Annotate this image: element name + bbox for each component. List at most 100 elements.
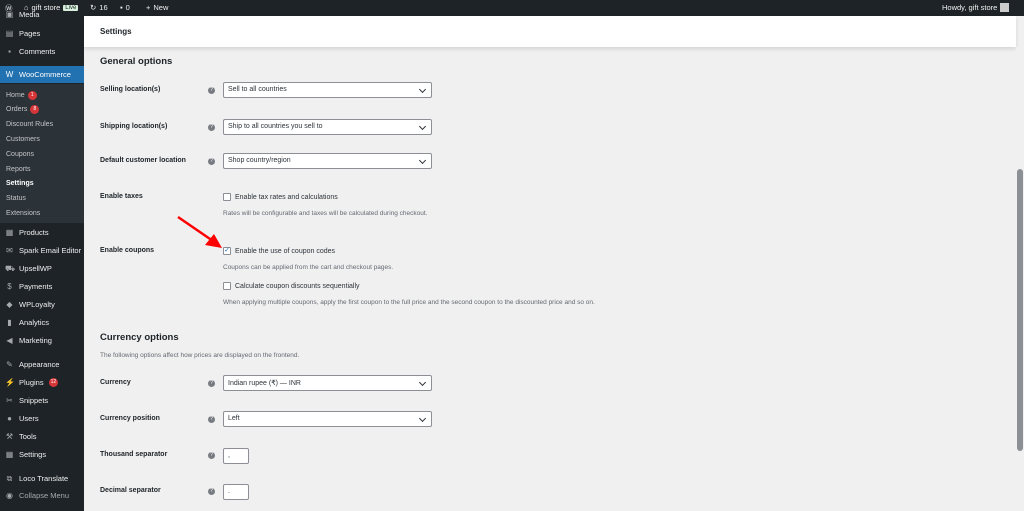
new-link[interactable]: + New [146,3,168,12]
sidebar-item-collapse-menu[interactable]: ◉ Collapse Menu [0,487,84,504]
decimal-separator-label: Decimal separator [100,487,161,494]
sidebar-item-label: WPLoyalty [19,300,55,309]
updates-link[interactable]: ↻ 16 [90,3,108,12]
sidebar-item-snippets[interactable]: ✂ Snippets [0,392,84,409]
red-arrow-annotation-icon [177,215,222,248]
default-location-label: Default customer location [100,157,186,164]
help-icon[interactable]: ? [208,452,215,459]
enable-taxes-label: Enable taxes [100,193,143,200]
sidebar-item-label: Users [19,414,39,423]
sidebar-item-users[interactable]: ● Users [0,410,84,427]
currency-select[interactable]: Indian rupee (₹) — INR [223,375,432,391]
help-icon[interactable]: ? [208,124,215,131]
sidebar-item-settings[interactable]: ▦ Settings [0,446,84,463]
submenu-item-label: Settings [6,180,34,188]
translate-icon: ⧉ [6,474,13,483]
comment-icon: ▪ [120,3,123,12]
sidebar-item-wployalty[interactable]: ◆ WPLoyalty [0,296,84,313]
currency-options-heading: Currency options [100,332,179,343]
enable-coupons-checkbox[interactable]: ✓ Enable the use of coupon codes [223,247,335,255]
products-icon: ▦ [5,228,14,237]
sidebar-item-label: Analytics [19,318,50,327]
submenu-item-home[interactable]: Home 1 [0,88,84,102]
submenu-item-coupons[interactable]: Coupons [0,147,84,161]
scrollbar-thumb[interactable] [1017,169,1023,451]
submenu-item-label: Orders [6,106,28,114]
submenu-item-label: Extensions [6,209,41,217]
sidebar-item-label: Pages [19,29,41,38]
selling-location-select[interactable]: Sell to all countries [223,82,432,98]
collapse-icon: ◉ [6,491,13,500]
sidebar-item-upsellwp[interactable]: ⛟ UpsellWP [0,260,84,277]
checkbox-unchecked[interactable] [223,193,231,201]
count-badge: 1 [27,90,37,100]
page-title: Settings [100,27,132,36]
comments-icon: ▪ [8,47,11,56]
sidebar-item-appearance[interactable]: ✎ Appearance [0,356,84,373]
help-icon[interactable]: ? [208,87,215,94]
sequential-coupons-checkbox[interactable]: Calculate coupon discounts sequentially [223,282,360,290]
scrollbar[interactable] [1016,47,1024,511]
loyalty-icon: ◆ [6,300,13,309]
submenu-item-label: Reports [6,165,31,173]
selling-location-label: Selling location(s) [100,86,161,93]
account-menu[interactable]: Howdy, gift store [942,3,1010,12]
sidebar-item-spark-email-editor[interactable]: ✉ Spark Email Editor [0,242,84,259]
cart-icon: ⛟ [5,264,16,273]
submenu-item-customers[interactable]: Customers [0,132,84,146]
sidebar-item-tools[interactable]: ⚒ Tools [0,428,84,445]
help-icon[interactable]: ? [208,158,215,165]
sequential-description: When applying multiple coupons, apply th… [223,299,595,306]
help-icon[interactable]: ? [208,380,215,387]
sidebar-item-media[interactable]: ▣ Media [0,6,84,23]
plugins-update-badge: 12 [48,378,59,387]
sidebar-item-marketing[interactable]: ◀ Marketing [0,332,84,349]
comments-link[interactable]: ▪ 0 [120,3,130,12]
help-icon[interactable]: ? [208,416,215,423]
submenu-item-settings[interactable]: Settings [0,177,84,191]
avatar [1000,3,1010,12]
checkbox-unchecked[interactable] [223,282,231,290]
sidebar-item-label: Loco Translate [19,474,69,483]
submenu-item-reports[interactable]: Reports [0,162,84,176]
help-icon[interactable]: ? [208,488,215,495]
sidebar-item-payments[interactable]: $ Payments [0,278,84,295]
submenu-item-discount-rules[interactable]: Discount Rules [0,118,84,132]
sidebar-item-plugins[interactable]: ⚡ Plugins 12 [0,374,84,391]
submenu-item-extensions[interactable]: Extensions [0,206,84,220]
sidebar-item-comments[interactable]: ▪ Comments [0,43,84,60]
sidebar-item-label: Appearance [19,360,60,369]
payments-icon: $ [7,282,12,291]
users-icon: ● [7,414,12,423]
submenu-item-orders[interactable]: Orders 8 [0,103,84,117]
sidebar-item-label: Tools [19,432,37,441]
thousand-separator-input[interactable]: , [223,448,249,464]
enable-taxes-checkbox[interactable]: Enable tax rates and calculations [223,193,338,201]
plugin-icon: ⚡ [5,378,15,387]
shipping-location-select[interactable]: Ship to all countries you sell to [223,119,432,135]
currency-position-select[interactable]: Left [223,411,432,427]
sidebar-item-loco-translate[interactable]: ⧉ Loco Translate [0,470,84,487]
updates-icon: ↻ [90,3,97,12]
sidebar-item-analytics[interactable]: ▮ Analytics [0,314,84,331]
decimal-separator-input[interactable]: . [223,484,249,500]
sidebar-item-woocommerce[interactable]: W WooCommerce [0,66,84,83]
sidebar-item-label: Spark Email Editor [19,246,82,255]
submenu-item-label: Coupons [6,150,35,158]
submenu-item-label: Discount Rules [6,121,54,129]
email-icon: ✉ [6,246,13,255]
shipping-location-label: Shipping location(s) [100,123,168,130]
scissors-icon: ✂ [6,396,13,405]
submenu-item-status[interactable]: Status [0,192,84,206]
enable-coupons-label: Enable coupons [100,247,155,254]
sidebar-item-products[interactable]: ▦ Products [0,224,84,241]
taxes-description: Rates will be configurable and taxes wil… [223,210,428,217]
admin-bar: Ⓦ ⌂ gift store Live ↻ 16 ▪ 0 + New Howdy, gif… [0,0,1024,16]
currency-position-label: Currency position [100,415,160,422]
sidebar-item-label: Collapse Menu [19,491,70,500]
submenu-item-label: Home [6,91,25,99]
sidebar-item-label: Products [19,228,49,237]
general-options-heading: General options [100,56,173,67]
sidebar-item-pages[interactable]: ▤ Pages [0,25,84,42]
default-location-select[interactable]: Shop country/region [223,153,432,169]
